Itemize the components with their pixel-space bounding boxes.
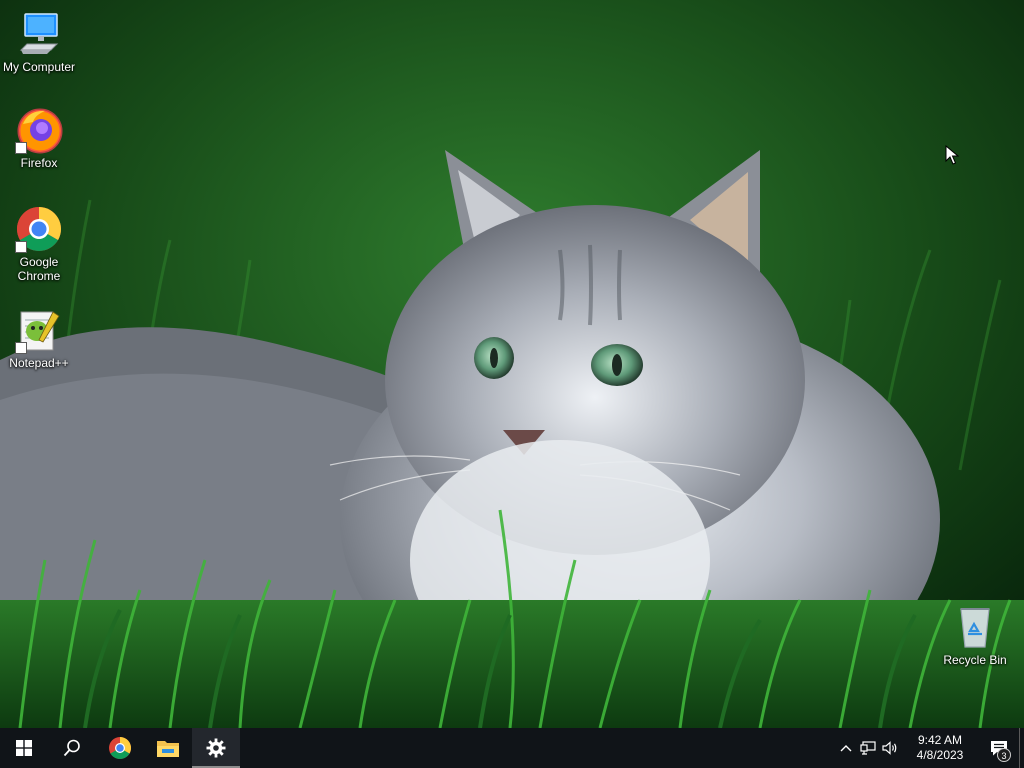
desktop-icon-label: Notepad++ [9,356,69,370]
clock-time: 9:42 AM [917,733,963,747]
desktop[interactable]: My Computer Firefox Google Chrome Notepa… [0,0,1024,768]
network-status-button[interactable] [857,728,879,768]
desktop-icon-label: Recycle Bin [943,653,1007,667]
shortcut-arrow-icon [15,241,27,253]
recycle-bin-icon [951,603,999,651]
taskbar-pinned-chrome[interactable] [96,728,144,768]
desktop-icon-label: My Computer [2,60,76,74]
search-icon [63,739,80,757]
volume-button[interactable] [879,728,901,768]
wallpaper-image [0,0,1024,728]
windows-logo-icon [16,740,32,756]
file-explorer-icon [157,741,179,757]
action-center-button[interactable]: 3 [979,728,1019,768]
clock-date: 4/8/2023 [916,748,964,762]
mouse-pointer-icon [945,145,959,165]
show-hidden-icons-button[interactable] [835,728,857,768]
chrome-icon [15,205,63,253]
desktop-icon-label: Google Chrome [17,255,61,283]
start-button[interactable] [0,728,48,768]
desktop-icon-recycle-bin[interactable]: Recycle Bin [937,603,1013,667]
chevron-up-icon [840,745,852,752]
computer-icon [15,10,63,58]
taskbar-pinned-file-explorer[interactable] [144,728,192,768]
clock-button[interactable]: 9:42 AM 4/8/2023 [901,728,979,768]
firefox-icon [15,106,63,154]
network-icon [860,741,876,755]
notification-count-badge: 3 [997,748,1011,762]
shortcut-arrow-icon [15,342,27,354]
volume-icon [882,741,897,755]
desktop-icon-notepadpp[interactable]: Notepad++ [1,306,77,370]
chrome-icon [109,737,131,759]
notepadpp-icon [15,306,63,354]
desktop-icon-google-chrome[interactable]: Google Chrome [1,205,77,283]
shortcut-arrow-icon [15,142,27,154]
system-tray: 9:42 AM 4/8/2023 3 [835,728,1024,768]
desktop-icon-my-computer[interactable]: My Computer [1,10,77,74]
taskbar-pinned-settings[interactable] [192,728,240,768]
taskbar: 9:42 AM 4/8/2023 3 [0,728,1024,768]
search-button[interactable] [48,728,96,768]
show-desktop-button[interactable] [1019,728,1024,768]
desktop-icon-label: Firefox [20,156,58,170]
desktop-icon-firefox[interactable]: Firefox [1,106,77,170]
settings-gear-icon [206,738,226,758]
